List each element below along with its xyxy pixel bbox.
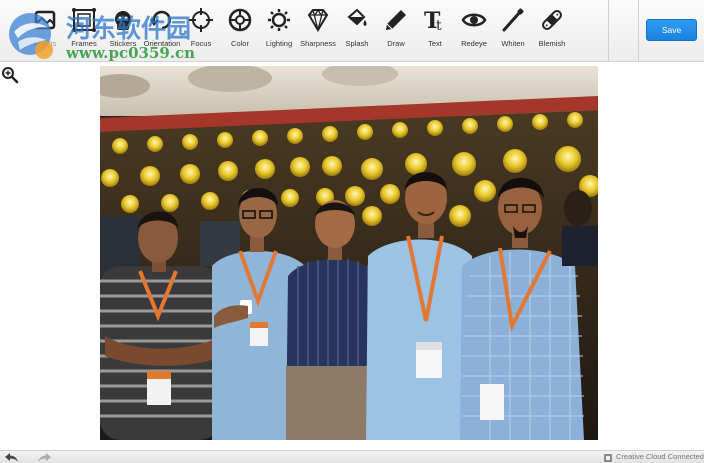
photo-canvas[interactable] [100, 66, 598, 440]
focus-icon [188, 7, 214, 33]
svg-text:t: t [436, 18, 442, 33]
group-photo [100, 66, 598, 440]
status-bar: Creative Cloud Connected [0, 450, 704, 463]
tool-blemish[interactable]: Blemish [530, 7, 574, 55]
whiten-icon [500, 7, 526, 33]
creative-cloud-icon [604, 454, 612, 462]
lighting-icon [266, 7, 292, 33]
text-icon: Tt [422, 7, 448, 34]
redo-icon[interactable] [36, 452, 52, 463]
watermark-url: www.pc0359.cn [66, 44, 196, 62]
zoom-in-icon[interactable] [1, 66, 19, 84]
blemish-icon [539, 7, 565, 33]
photo-editor-app: Effects Frames Stickers Orientation Focu [0, 0, 704, 463]
watermark-logo [9, 13, 53, 59]
tool-blemish-label: Blemish [538, 39, 566, 48]
undo-icon[interactable] [4, 452, 20, 463]
toolbar-divider [608, 0, 609, 62]
redeye-icon [461, 7, 487, 33]
toolbar-divider [638, 0, 639, 62]
draw-icon [383, 7, 409, 33]
save-button[interactable]: Save [646, 19, 697, 41]
splash-icon [344, 7, 370, 33]
cloud-status-text: Creative Cloud Connected [616, 452, 704, 461]
watermark-title: 河东软件园 [66, 14, 192, 43]
color-icon [227, 7, 253, 33]
sharpness-icon [305, 7, 331, 33]
